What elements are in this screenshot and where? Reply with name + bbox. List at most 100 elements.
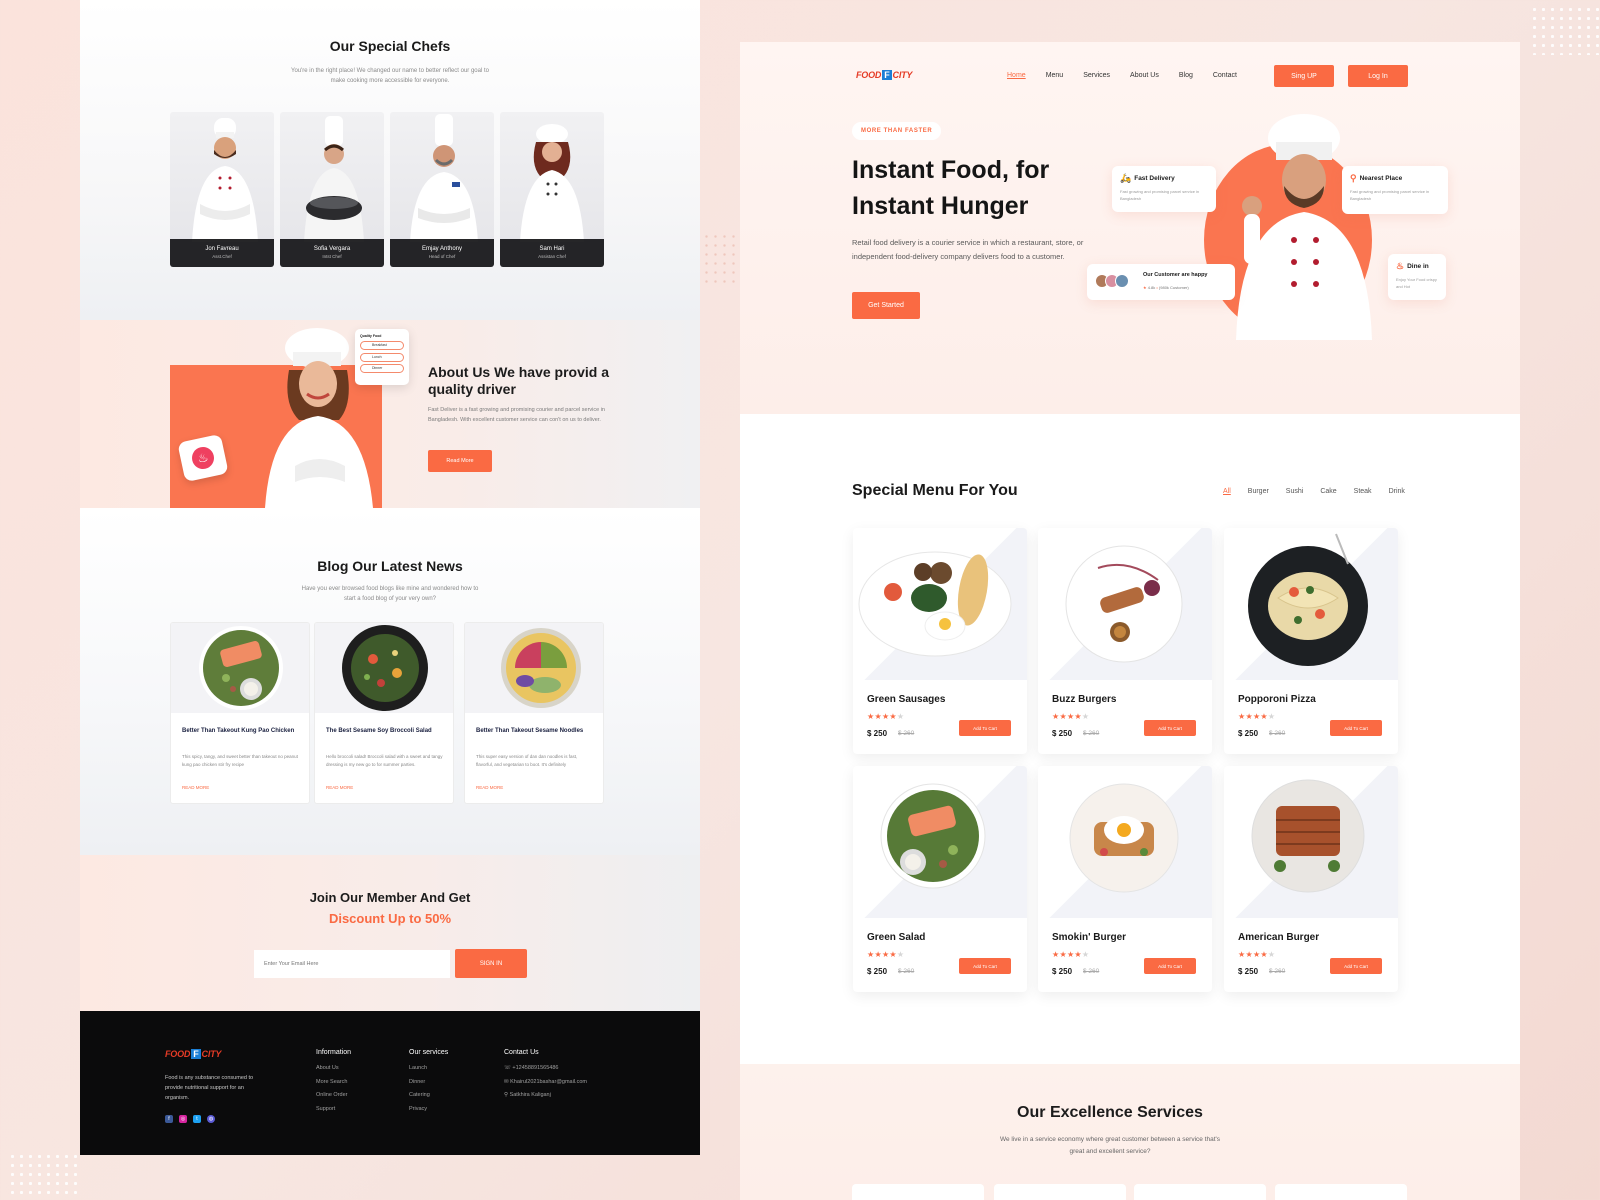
- footer-link[interactable]: More Search: [316, 1079, 351, 1085]
- chef-role: Asst.Chef: [212, 254, 232, 259]
- footer-link[interactable]: Dinner: [409, 1079, 448, 1085]
- nav-item-contact[interactable]: Contact: [1213, 72, 1237, 79]
- join-discount: Discount Up to 50%: [328, 911, 452, 926]
- star-icon: ★★★★: [867, 712, 897, 721]
- blog-card[interactable]: The Best Sesame Soy Broccoli Salad Hello…: [314, 622, 454, 804]
- star-empty-icon: ★: [1081, 950, 1090, 959]
- hero-title-line2: Instant Hunger: [852, 192, 1029, 220]
- instagram-icon[interactable]: ◎: [179, 1115, 187, 1123]
- nav-item-about[interactable]: About Us: [1130, 72, 1159, 79]
- tab-all[interactable]: All: [1223, 488, 1231, 495]
- footer-link[interactable]: Support: [316, 1106, 351, 1112]
- email-input[interactable]: [254, 950, 450, 978]
- nav-item-menu[interactable]: Menu: [1046, 72, 1064, 79]
- logo-text-city: CITY: [892, 70, 913, 80]
- star-empty-icon: ★: [1267, 712, 1276, 721]
- blog-post-title[interactable]: Better Than Takeout Kung Pao Chicken: [182, 727, 300, 736]
- blog-post-title[interactable]: The Best Sesame Soy Broccoli Salad: [326, 727, 444, 736]
- tab-cake[interactable]: Cake: [1320, 488, 1336, 495]
- food-card[interactable]: Buzz Burgers ★★★★★ $ 250 $ 260 Add To Ca…: [1038, 528, 1212, 754]
- log-in-button[interactable]: Log In: [1348, 65, 1408, 87]
- footer-contact-phone[interactable]: ☏ +12458891565486: [504, 1065, 587, 1071]
- read-more-button[interactable]: Read More: [428, 450, 492, 472]
- chef-card[interactable]: Sam Hari Assistan Chef: [500, 112, 604, 267]
- chef-card[interactable]: Sofia Vergara Intst Chef: [280, 112, 384, 267]
- footer-link[interactable]: Online Order: [316, 1092, 351, 1098]
- chef-name: Sam Hari: [539, 246, 565, 252]
- rating-stars: ★★★★★: [1052, 712, 1089, 721]
- footer-link[interactable]: Catering: [409, 1092, 448, 1098]
- add-to-cart-button[interactable]: Add To Cart: [1144, 720, 1196, 736]
- add-to-cart-button[interactable]: Add To Cart: [959, 720, 1011, 736]
- food-card[interactable]: Green Sausages ★★★★★ $ 250 $ 260 Add To …: [853, 528, 1027, 754]
- footer-contact-address[interactable]: ⚲ Satkhira Kaliganj: [504, 1092, 587, 1098]
- hero-text: Retail food delivery is a courier servic…: [852, 238, 1084, 261]
- chef-photo: [520, 124, 584, 242]
- tab-sushi[interactable]: Sushi: [1286, 488, 1304, 495]
- food-old-price: $ 260: [898, 968, 915, 975]
- food-price: $ 250: [867, 729, 888, 738]
- read-more-link[interactable]: READ MORE: [326, 785, 353, 790]
- dribbble-icon[interactable]: ◍: [207, 1115, 215, 1123]
- footer-contact-email[interactable]: ✉ Khairul2021bashar@gmail.com: [504, 1079, 587, 1085]
- footer-link[interactable]: About Us: [316, 1065, 351, 1071]
- tab-steak[interactable]: Steak: [1354, 488, 1372, 495]
- facebook-icon[interactable]: f: [165, 1115, 173, 1123]
- header-logo[interactable]: FOOD F CITY: [856, 70, 912, 80]
- blog-post-title[interactable]: Better Than Takeout Sesame Noodles: [476, 727, 594, 736]
- service-card[interactable]: [1275, 1184, 1407, 1200]
- add-to-cart-button[interactable]: Add To Cart: [1330, 958, 1382, 974]
- logo-mark: F: [882, 70, 892, 80]
- nav-item-services[interactable]: Services: [1083, 72, 1110, 79]
- footer-link[interactable]: Privacy: [409, 1106, 448, 1112]
- footer-link[interactable]: Launch: [409, 1065, 448, 1071]
- right-board: FOOD F CITY Home Menu Services About Us Bl…: [740, 42, 1520, 1200]
- food-name: Smokin' Burger: [1052, 932, 1127, 943]
- about-text: Fast Deliver is a fast growing and promi…: [428, 407, 605, 423]
- food-card[interactable]: Smokin' Burger ★★★★★ $ 250 $ 260 Add To …: [1038, 766, 1212, 992]
- logo-text-food: FOOD: [165, 1049, 191, 1059]
- quality-food-card: Quality Food Breakfast Lunch Dinner: [355, 329, 409, 385]
- footer-logo[interactable]: FOOD F CITY: [165, 1049, 221, 1059]
- sign-in-button[interactable]: SIGN IN: [455, 949, 527, 978]
- blog-section: Blog Our Latest News Have you ever brows…: [80, 508, 700, 855]
- service-card[interactable]: [1134, 1184, 1266, 1200]
- nav-item-blog[interactable]: Blog: [1179, 72, 1193, 79]
- food-card[interactable]: Popporoni Pizza ★★★★★ $ 250 $ 260 Add To…: [1224, 528, 1398, 754]
- blog-card[interactable]: Better Than Takeout Kung Pao Chicken Thi…: [170, 622, 310, 804]
- chef-card[interactable]: Jon Favreau Asst.Chef: [170, 112, 274, 267]
- services-section: Our Excellence Services We live in a ser…: [740, 1064, 1520, 1200]
- dine-in-label: Dine in: [1407, 263, 1429, 271]
- chef-role: Intst Chef: [322, 254, 342, 259]
- decor-dots-bottom: [8, 1152, 78, 1200]
- service-card[interactable]: [852, 1184, 984, 1200]
- social-links: f ◎ t ◍: [165, 1115, 215, 1123]
- blog-title: Blog Our Latest News: [317, 558, 463, 574]
- services-subtitle: We live in a service economy where great…: [999, 1136, 1221, 1155]
- chef-card[interactable]: Emjay Anthony Head of Chef: [390, 112, 494, 267]
- sign-up-button[interactable]: Sing UP: [1274, 65, 1334, 87]
- chef-name: Jon Favreau: [205, 246, 239, 252]
- add-to-cart-button[interactable]: Add To Cart: [1330, 720, 1382, 736]
- add-to-cart-button[interactable]: Add To Cart: [959, 958, 1011, 974]
- service-card[interactable]: [994, 1184, 1126, 1200]
- read-more-link[interactable]: READ MORE: [182, 785, 209, 790]
- food-card[interactable]: Green Salad ★★★★★ $ 250 $ 260 Add To Car…: [853, 766, 1027, 992]
- read-more-link[interactable]: READ MORE: [476, 785, 503, 790]
- star-icon: ★★★★: [867, 950, 897, 959]
- twitter-icon[interactable]: t: [193, 1115, 201, 1123]
- get-started-button[interactable]: Get Started: [852, 292, 920, 319]
- customer-rating-value: 4.8k: [1147, 285, 1156, 290]
- blog-image: [465, 623, 603, 713]
- chef-role: Assistan Chef: [538, 254, 566, 259]
- add-to-cart-button[interactable]: Add To Cart: [1144, 958, 1196, 974]
- tab-drink[interactable]: Drink: [1389, 488, 1405, 495]
- food-image: [1038, 528, 1212, 680]
- footer-column-services: Our services Launch Dinner Catering Priv…: [409, 1049, 448, 1119]
- fast-delivery-text: Fast growing and promising parcel servic…: [1120, 189, 1200, 201]
- tab-burger[interactable]: Burger: [1248, 488, 1269, 495]
- fast-delivery-card: 🛵 Fast Delivery Fast growing and promisin…: [1112, 166, 1216, 212]
- food-card[interactable]: American Burger ★★★★★ $ 250 $ 260 Add To…: [1224, 766, 1398, 992]
- nav-item-home[interactable]: Home: [1007, 72, 1026, 79]
- blog-card[interactable]: Better Than Takeout Sesame Noodles This …: [464, 622, 604, 804]
